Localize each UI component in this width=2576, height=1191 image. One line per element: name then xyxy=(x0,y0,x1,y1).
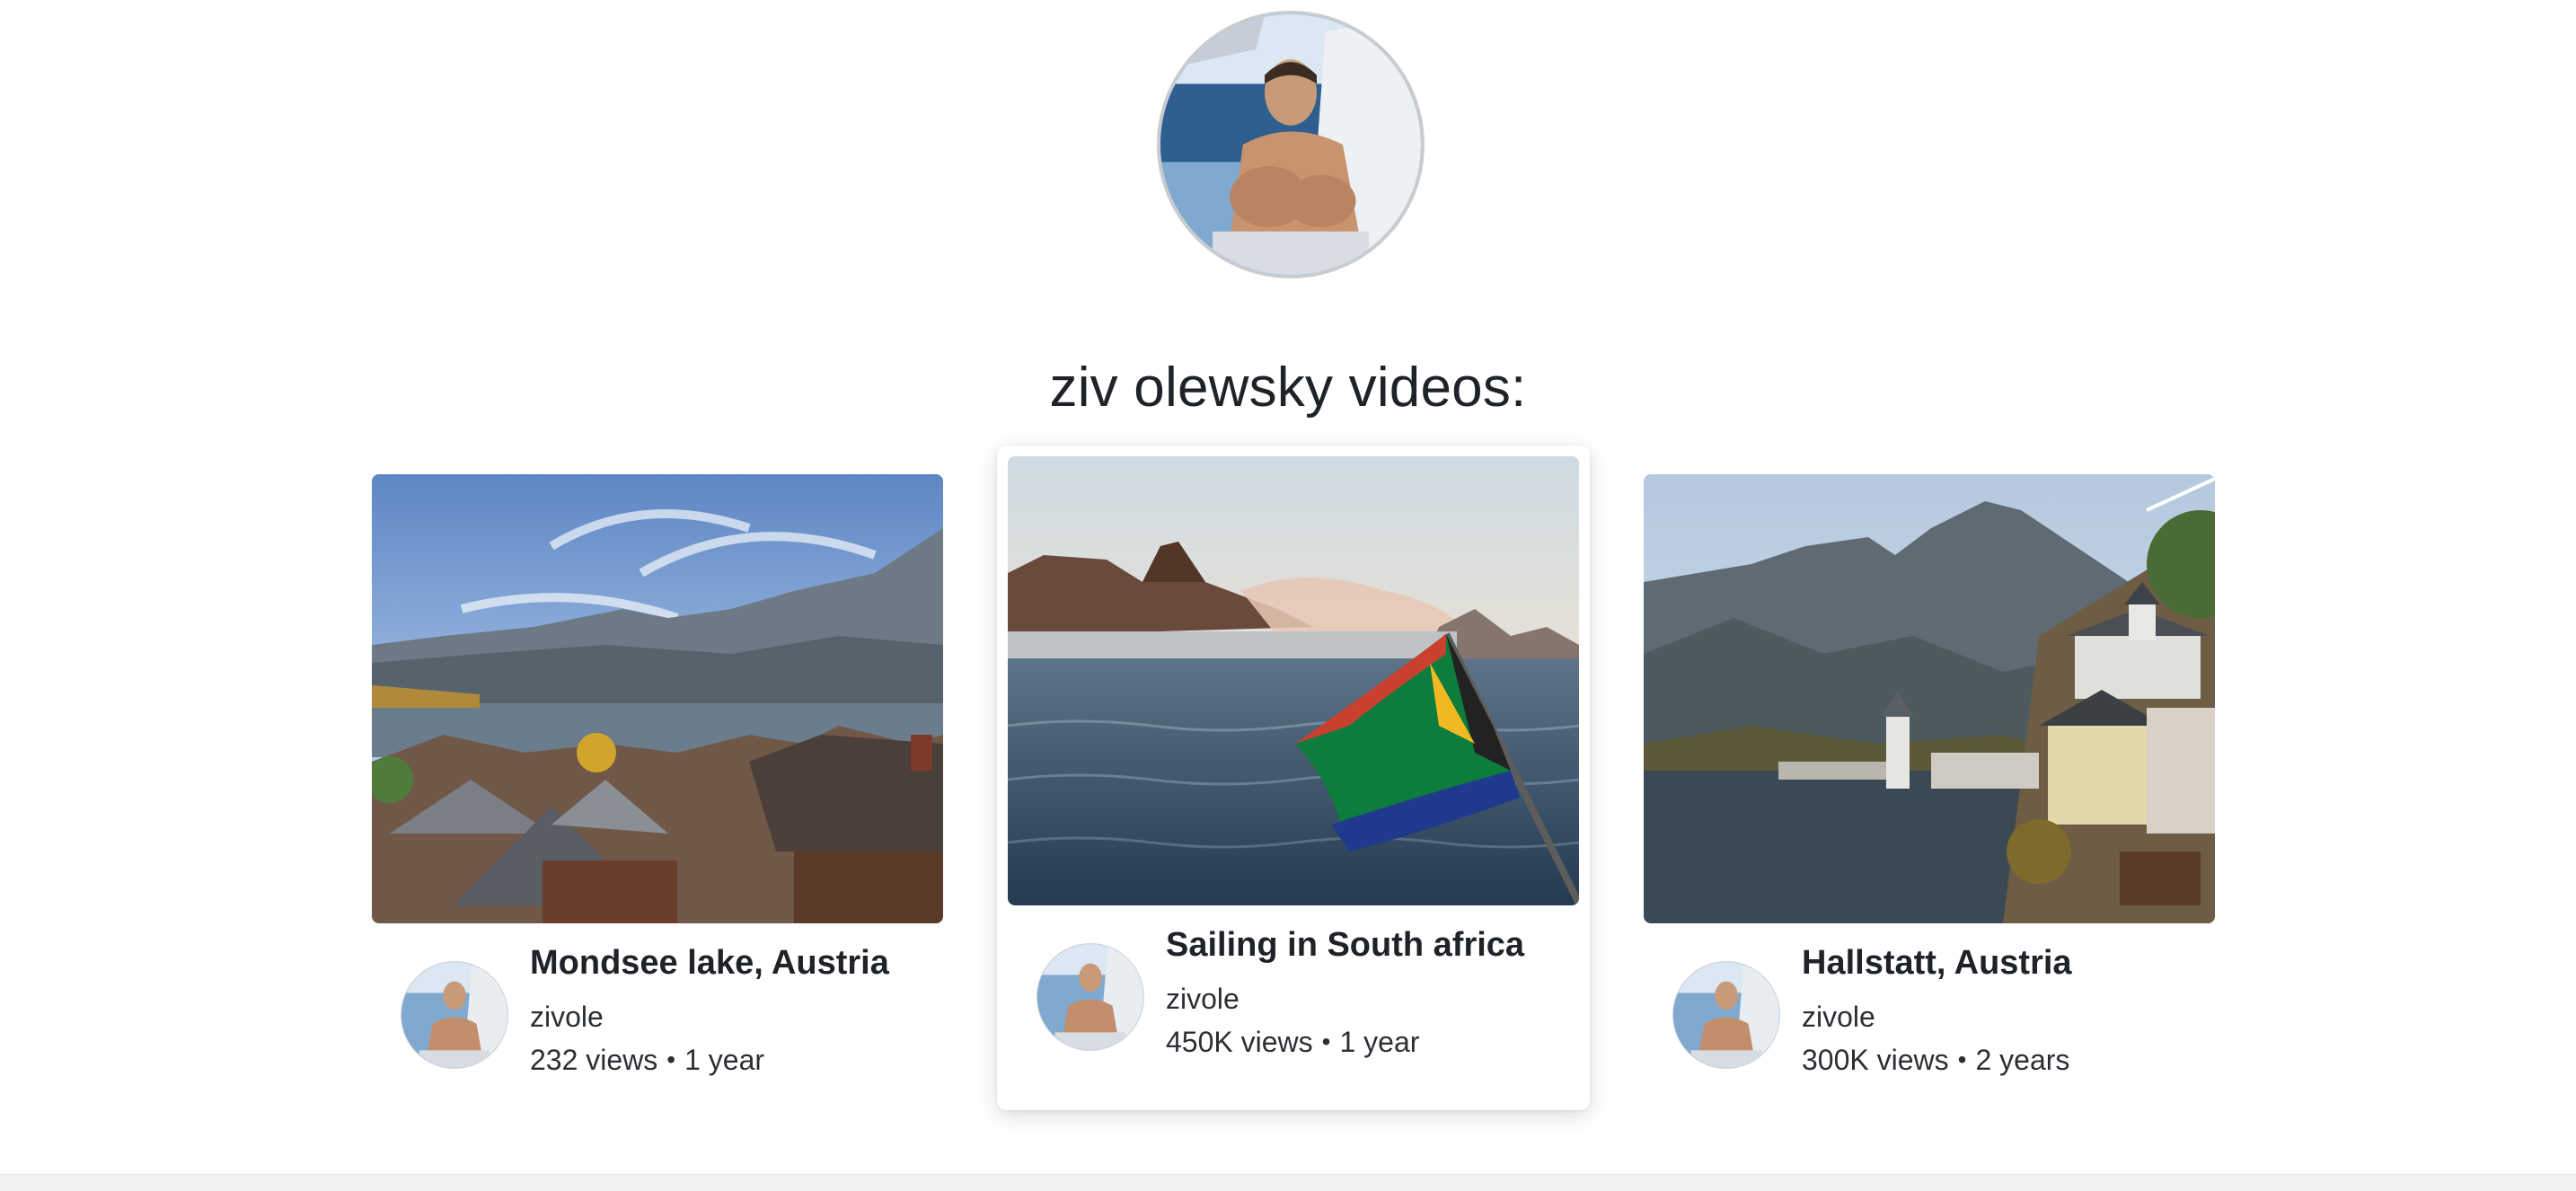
video-title[interactable]: Sailing in South africa xyxy=(1166,922,1572,968)
window-bottom-edge xyxy=(0,1174,2576,1191)
video-thumbnail[interactable] xyxy=(372,474,943,923)
lake-mountains-village-thumbnail-icon xyxy=(372,474,943,923)
video-meta: 232 views • 1 year xyxy=(530,1040,936,1080)
channel-avatar-icon xyxy=(401,962,507,1068)
profile-photo-icon xyxy=(1160,14,1421,275)
meta-separator: • xyxy=(1321,1028,1331,1055)
video-channel[interactable]: zivole xyxy=(1166,979,1572,1019)
channel-avatar-icon xyxy=(1037,944,1143,1050)
video-age: 2 years xyxy=(1975,1044,2070,1076)
video-thumbnail[interactable] xyxy=(1008,456,1579,905)
meta-separator: • xyxy=(666,1045,676,1073)
channel-avatar[interactable] xyxy=(1037,943,1144,1051)
video-views: 300K views xyxy=(1802,1044,1949,1076)
page: ziv olewsky videos: Mondsee lake, Austri… xyxy=(0,0,2576,1191)
page-title: ziv olewsky videos: xyxy=(1049,356,1527,419)
profile-avatar[interactable] xyxy=(1157,11,1425,278)
video-channel[interactable]: zivole xyxy=(1802,997,2208,1037)
channel-avatar-icon xyxy=(1673,962,1779,1068)
video-title[interactable]: Hallstatt, Austria xyxy=(1802,940,2208,986)
video-card[interactable]: Sailing in South africa zivole 450K view… xyxy=(997,446,1590,1110)
video-meta: 450K views • 1 year xyxy=(1166,1022,1572,1062)
video-meta: 300K views • 2 years xyxy=(1802,1040,2208,1080)
video-age: 1 year xyxy=(684,1044,765,1076)
channel-avatar[interactable] xyxy=(401,961,508,1069)
video-views: 450K views xyxy=(1166,1026,1313,1058)
channel-avatar[interactable] xyxy=(1672,961,1780,1069)
sea-flag-mountain-thumbnail-icon xyxy=(1008,456,1579,905)
video-views: 232 views xyxy=(530,1044,658,1076)
video-card[interactable]: Hallstatt, Austria zivole 300K views • 2 y… xyxy=(1633,463,2226,1128)
video-channel[interactable]: zivole xyxy=(530,997,936,1037)
alpine-village-lake-thumbnail-icon xyxy=(1644,474,2215,923)
video-age: 1 year xyxy=(1339,1026,1420,1058)
video-info: Hallstatt, Austria zivole 300K views • 2 y… xyxy=(1802,940,2208,1080)
video-thumbnail[interactable] xyxy=(1644,474,2215,923)
video-card[interactable]: Mondsee lake, Austria zivole 232 views • 1… xyxy=(361,463,954,1128)
video-title[interactable]: Mondsee lake, Austria xyxy=(530,940,936,986)
meta-separator: • xyxy=(1957,1045,1967,1073)
video-info: Sailing in South africa zivole 450K view… xyxy=(1166,922,1572,1062)
video-info: Mondsee lake, Austria zivole 232 views • 1… xyxy=(530,940,936,1080)
